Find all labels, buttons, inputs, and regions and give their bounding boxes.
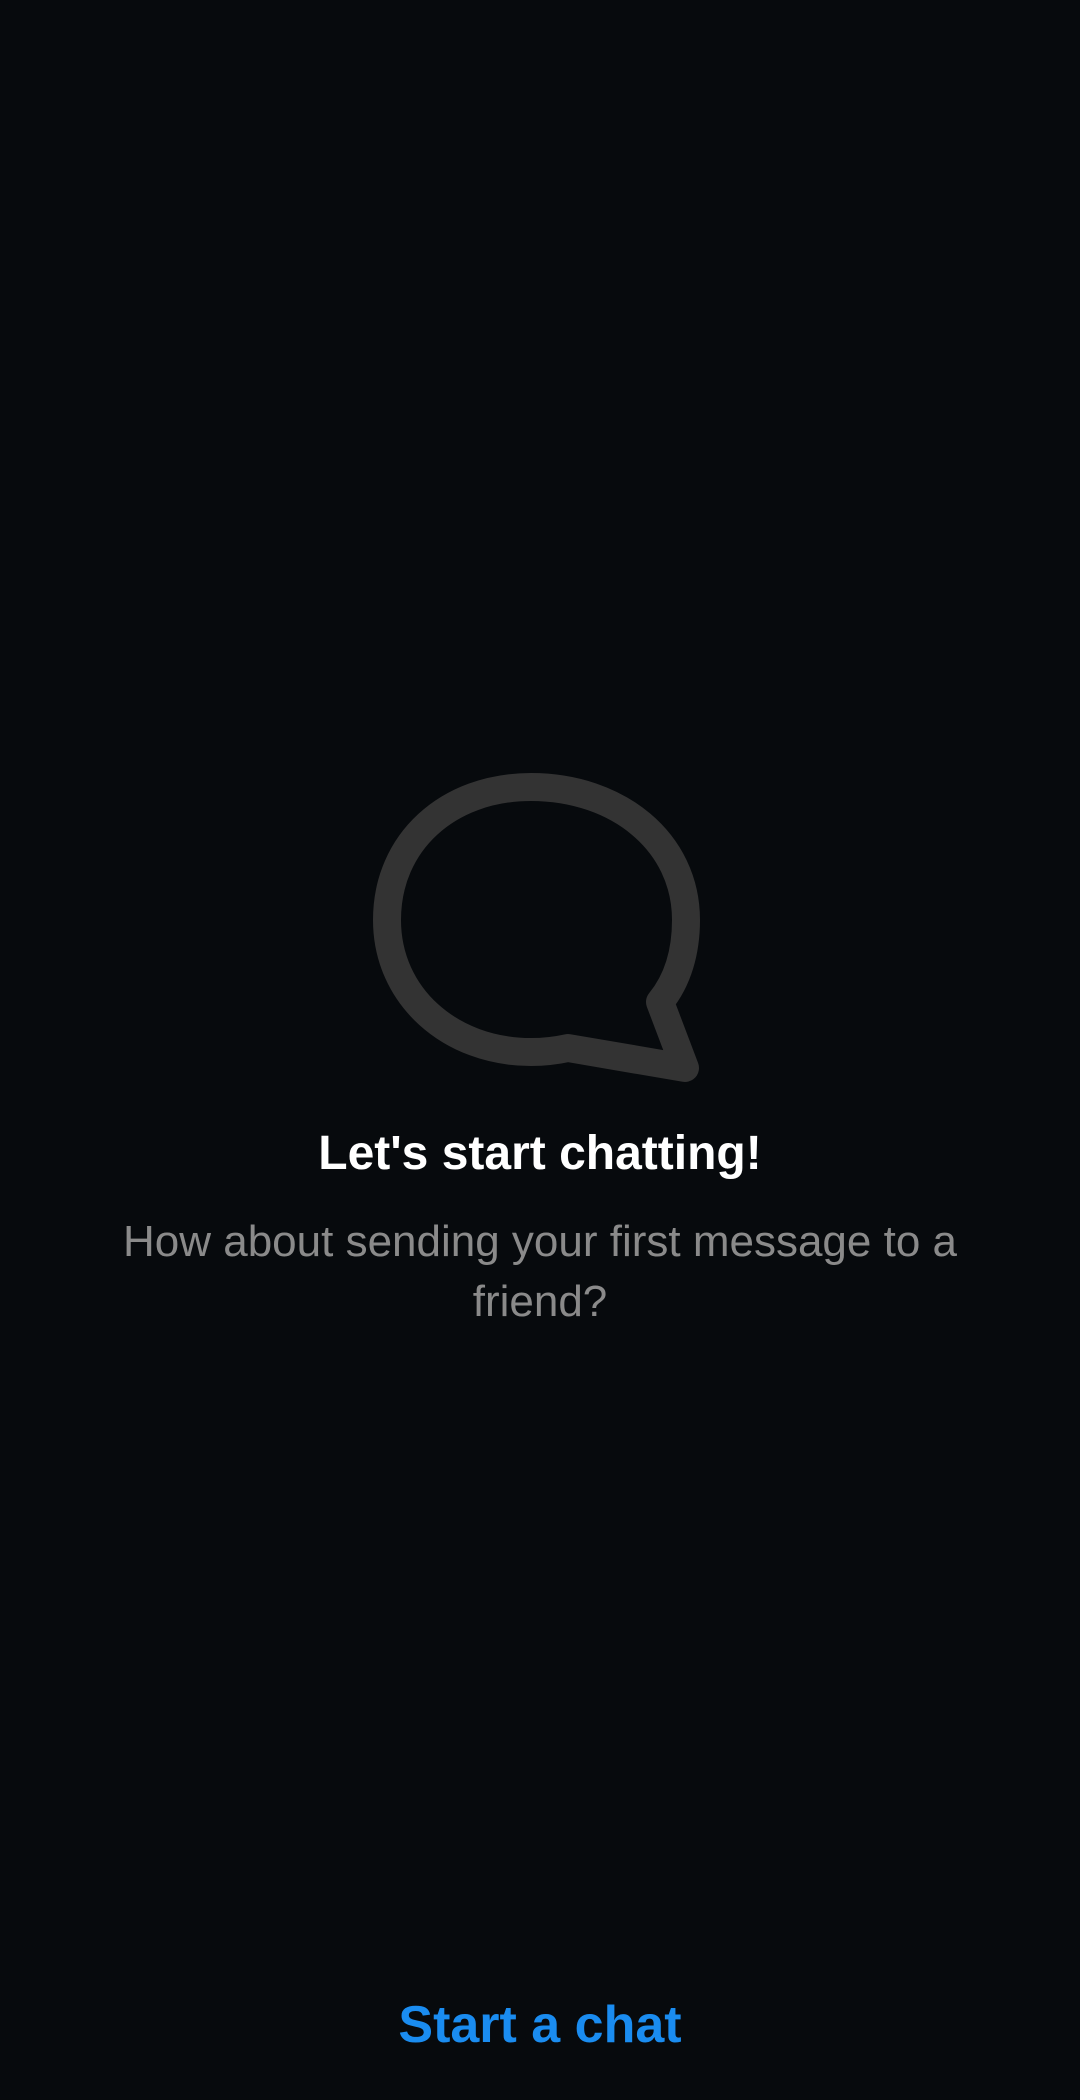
empty-state-subtitle: How about sending your first message to …: [122, 1217, 957, 1326]
chat-empty-screen: Let's start chatting! How about sending …: [0, 0, 1080, 2100]
chat-bubble-icon: [373, 773, 700, 1082]
start-chat-button[interactable]: Start a chat: [0, 1990, 1080, 2060]
empty-state: Let's start chatting! How about sending …: [0, 770, 1080, 1332]
empty-state-title: Let's start chatting!: [318, 1127, 762, 1180]
